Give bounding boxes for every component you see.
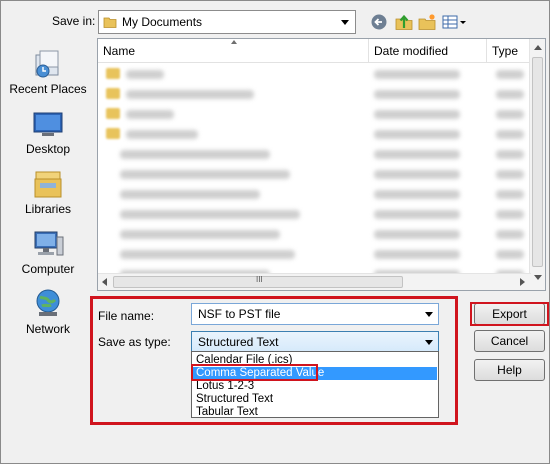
- list-item[interactable]: [98, 184, 531, 204]
- new-folder-icon[interactable]: [417, 13, 437, 31]
- place-label: Network: [25, 322, 70, 336]
- network-icon: [36, 289, 60, 316]
- column-date-modified[interactable]: Date modified: [369, 39, 487, 63]
- highlight-box: [90, 296, 458, 425]
- scroll-left-icon[interactable]: [102, 278, 107, 286]
- place-network[interactable]: Network: [5, 283, 91, 343]
- save-in-value: My Documents: [122, 15, 203, 29]
- place-label: Desktop: [25, 142, 71, 156]
- computer-icon: [34, 231, 64, 256]
- up-folder-icon[interactable]: [394, 13, 414, 31]
- list-item[interactable]: [98, 64, 531, 84]
- highlight-box: [191, 364, 318, 381]
- file-rows: [98, 64, 531, 284]
- place-label: Computer: [21, 262, 75, 276]
- horizontal-scrollbar[interactable]: III: [98, 273, 531, 290]
- place-libraries[interactable]: Libraries: [5, 163, 91, 223]
- list-item[interactable]: [98, 164, 531, 184]
- save-dialog: Save in: My Documents Recent Places Desk…: [0, 0, 550, 464]
- list-item[interactable]: [98, 84, 531, 104]
- list-item[interactable]: [98, 104, 531, 124]
- libraries-icon: [34, 171, 62, 198]
- highlight-box: [470, 302, 549, 326]
- help-button[interactable]: Help: [474, 359, 545, 381]
- place-label: Libraries: [24, 202, 72, 216]
- scroll-down-icon[interactable]: [534, 275, 542, 280]
- folder-icon: [103, 17, 117, 28]
- vertical-scrollbar[interactable]: [529, 39, 545, 290]
- view-menu-icon[interactable]: [441, 13, 467, 31]
- column-type[interactable]: Type: [487, 39, 531, 63]
- cancel-button[interactable]: Cancel: [474, 330, 545, 352]
- scroll-right-icon[interactable]: [520, 278, 525, 286]
- place-label: Recent Places: [9, 82, 87, 96]
- list-item[interactable]: [98, 144, 531, 164]
- list-item[interactable]: [98, 204, 531, 224]
- back-icon[interactable]: [370, 13, 390, 31]
- file-list[interactable]: Name Date modified Type III: [97, 38, 546, 291]
- folder-icon: [106, 68, 120, 79]
- folder-icon: [106, 108, 120, 119]
- folder-icon: [106, 128, 120, 139]
- desktop-icon: [33, 112, 63, 136]
- chevron-down-icon: [341, 20, 349, 25]
- column-header: Name Date modified Type: [98, 39, 531, 63]
- column-date-label: Date modified: [374, 44, 449, 58]
- column-name-label: Name: [103, 44, 136, 58]
- place-desktop[interactable]: Desktop: [5, 103, 91, 163]
- place-recent-places[interactable]: Recent Places: [5, 43, 91, 103]
- sort-ascending-icon: [231, 40, 237, 44]
- place-computer[interactable]: Computer: [5, 223, 91, 283]
- list-item[interactable]: [98, 224, 531, 244]
- recent-places-icon: [35, 50, 59, 78]
- save-in-combo[interactable]: My Documents: [98, 10, 356, 34]
- column-type-label: Type: [492, 44, 519, 58]
- folder-icon: [106, 88, 120, 99]
- list-item[interactable]: [98, 124, 531, 144]
- scroll-thumb[interactable]: [532, 57, 543, 267]
- save-in-label: Save in:: [52, 14, 96, 28]
- scroll-up-icon[interactable]: [534, 45, 542, 50]
- list-item[interactable]: [98, 244, 531, 264]
- scroll-grip: III: [256, 275, 263, 284]
